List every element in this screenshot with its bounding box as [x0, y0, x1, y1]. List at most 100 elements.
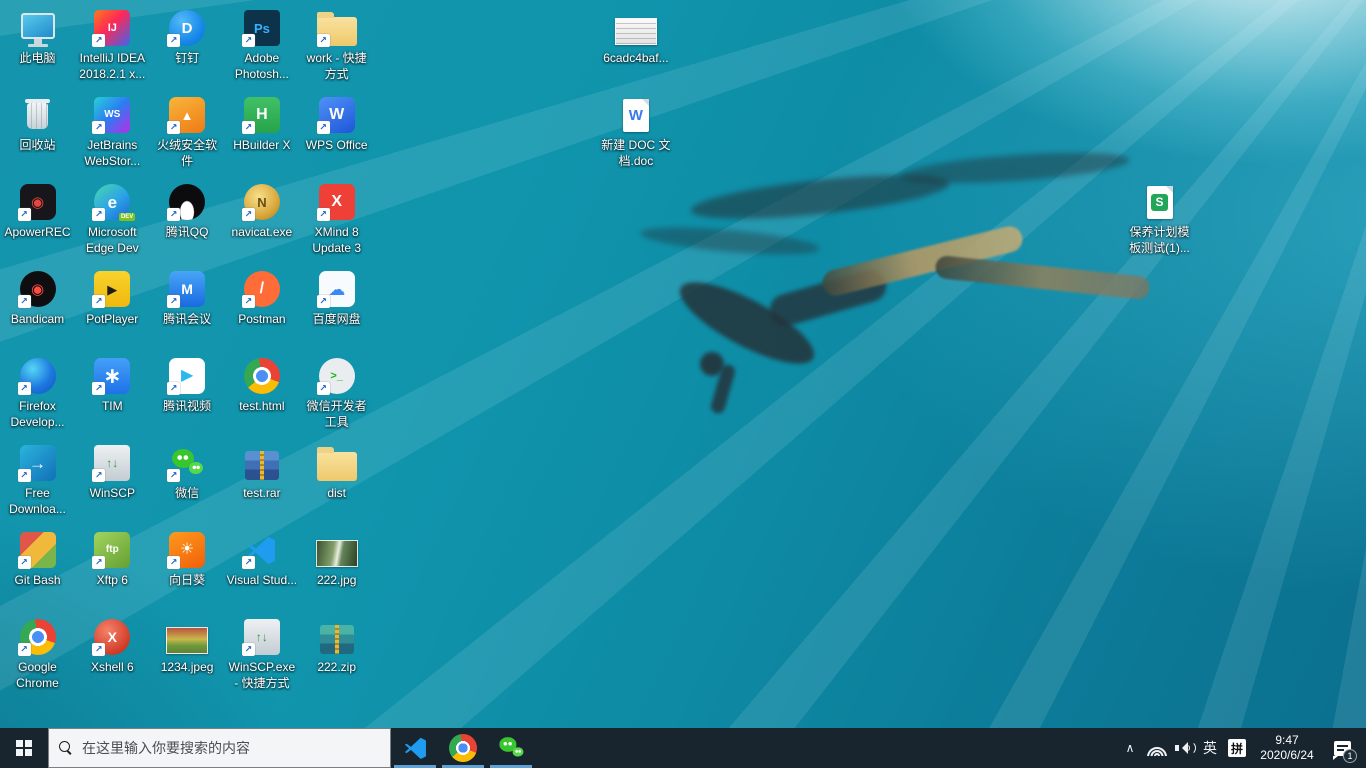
- desktop-icon-bandicam[interactable]: ◉↗Bandicam: [0, 269, 75, 327]
- 222-zip-icon: [299, 617, 374, 657]
- search-input[interactable]: [82, 740, 380, 756]
- notification-icon-tail: [1333, 756, 1338, 760]
- desktop-icon-microsoft-edge-dev[interactable]: eDEV↗Microsoft Edge Dev: [75, 182, 150, 256]
- desktop-icon-wechat[interactable]: ↗微信: [150, 443, 225, 501]
- desktop-icon-label: 回收站: [17, 137, 57, 153]
- desktop-icon-new-doc-document[interactable]: W新建 DOC 文档.doc: [598, 95, 673, 169]
- taskbar-search[interactable]: [48, 728, 391, 768]
- desktop-icon-this-pc[interactable]: 此电脑: [0, 8, 75, 66]
- xmind-8-icon: X↗: [299, 182, 374, 222]
- shortcut-arrow-icon: ↗: [92, 643, 105, 656]
- desktop-icon-label: work - 快捷方式: [299, 50, 374, 82]
- desktop-icon-google-chrome[interactable]: ↗Google Chrome: [0, 617, 75, 691]
- taskbar-app-vscode[interactable]: [391, 728, 439, 768]
- desktop-icon-xshell-6[interactable]: X↗Xshell 6: [75, 617, 150, 675]
- desktop-icon-baidu-netdisk[interactable]: ☁↗百度网盘: [299, 269, 374, 327]
- desktop-icon-wps-office[interactable]: W↗WPS Office: [299, 95, 374, 153]
- desktop-icon-dingtalk[interactable]: D↗钉钉: [150, 8, 225, 66]
- shortcut-arrow-icon: ↗: [242, 208, 255, 221]
- desktop-icon-label: WPS Office: [304, 137, 370, 153]
- shortcut-arrow-icon: ↗: [317, 34, 330, 47]
- shortcut-arrow-icon: ↗: [92, 295, 105, 308]
- desktop-icon-test-html[interactable]: test.html: [224, 356, 299, 414]
- shortcut-arrow-icon: ↗: [317, 121, 330, 134]
- desktop-icon-label: Bandicam: [9, 311, 66, 327]
- shortcut-arrow-icon: ↗: [167, 382, 180, 395]
- desktop-icon-label: navicat.exe: [230, 224, 295, 240]
- desktop-icon-winscp-exe-shortcut[interactable]: ↑↓↗WinSCP.exe - 快捷方式: [224, 617, 299, 691]
- icon-glyph: WS: [104, 110, 120, 120]
- desktop-icon-visual-studio-code[interactable]: ↗Visual Stud...: [224, 530, 299, 588]
- icon-glyph: ☀: [180, 542, 194, 558]
- shortcut-arrow-icon: ↗: [18, 382, 31, 395]
- desktop-icon-postman[interactable]: /↗ Postman: [224, 269, 299, 327]
- shortcut-arrow-icon: ↗: [317, 208, 330, 221]
- recycle-bin-icon: [0, 95, 75, 135]
- shortcut-arrow-icon: ↗: [167, 34, 180, 47]
- winscp-exe-shortcut-icon: ↑↓↗: [224, 617, 299, 657]
- tencent-qq-icon: ↗: [150, 182, 225, 222]
- desktop-icon-label: 1234.jpeg: [159, 659, 216, 675]
- desktop-icon-recycle-bin[interactable]: 回收站: [0, 95, 75, 153]
- desktop-icon-intellij-idea[interactable]: IJ↗IntelliJ IDEA 2018.2.1 x...: [75, 8, 150, 82]
- shortcut-arrow-icon: ↗: [167, 295, 180, 308]
- shortcut-arrow-icon: ↗: [242, 643, 255, 656]
- desktop-icon-222-zip[interactable]: 222.zip: [299, 617, 374, 675]
- desktop-icon-adobe-photoshop[interactable]: Ps↗Adobe Photosh...: [224, 8, 299, 82]
- desktop-icon-test-rar[interactable]: test.rar: [224, 443, 299, 501]
- desktop-icon-maintenance-plan-template[interactable]: S保养计划模板测试(1)...: [1122, 182, 1197, 256]
- taskbar-clock[interactable]: 9:47 2020/6/24: [1251, 728, 1323, 768]
- desktop-icon-wechat-devtools[interactable]: >_↗微信开发者工具: [299, 356, 374, 430]
- desktop-icon-222-jpg[interactable]: 222.jpg: [299, 530, 374, 588]
- taskbar-app-wechat[interactable]: [487, 728, 535, 768]
- desktop-icon-tim[interactable]: ∗↗TIM: [75, 356, 150, 414]
- desktop-icon-label: 6cadc4baf...: [601, 50, 670, 66]
- shortcut-arrow-icon: ↗: [92, 34, 105, 47]
- start-button[interactable]: [0, 728, 48, 768]
- postman-icon: /↗: [224, 269, 299, 309]
- icon-glyph: >_: [330, 371, 343, 382]
- desktop-icon-apowerrec[interactable]: ◉↗ ApowerREC: [0, 182, 75, 240]
- desktop-icon-label: HBuilder X: [231, 137, 292, 153]
- show-hidden-icons-button[interactable]: ∧: [1117, 728, 1143, 768]
- desktop-icon-label: Postman: [236, 311, 287, 327]
- desktop-icon-sunflower-remote[interactable]: ☀↗向日葵: [150, 530, 225, 588]
- desktop-icon-work-shortcut[interactable]: ↗ work - 快捷方式: [299, 8, 374, 82]
- desktop-icon-label: test.rar: [241, 485, 282, 501]
- google-chrome-icon: ↗: [0, 617, 75, 657]
- desktop-icon-navicat[interactable]: N↗ navicat.exe: [224, 182, 299, 240]
- desktop-icon-dist-folder[interactable]: dist: [299, 443, 374, 501]
- desktop-icon-potplayer[interactable]: ▶↗PotPlayer: [75, 269, 150, 327]
- desktop[interactable]: 此电脑回收站 ◉↗ ApowerREC ◉↗Bandicam ↗Firefox Deve…: [0, 0, 1366, 728]
- desktop-icon-label: 微信开发者工具: [299, 398, 374, 430]
- desktop-icon-firefox-developer[interactable]: ↗Firefox Develop...: [0, 356, 75, 430]
- navicat-icon: N↗: [224, 182, 299, 222]
- desktop-icon-xftp-6[interactable]: ftp↗Xftp 6: [75, 530, 150, 588]
- desktop-icon-1234-jpeg[interactable]: 1234.jpeg: [150, 617, 225, 675]
- desktop-icon-huorong-security[interactable]: ▲↗火绒安全软件: [150, 95, 225, 169]
- volume-icon[interactable]: [1170, 728, 1197, 768]
- desktop-icon-label: WinSCP: [88, 485, 137, 501]
- desktop-icon-label: ApowerREC: [2, 224, 72, 240]
- desktop-icon-free-download-manager[interactable]: →↗Free Downloa...: [0, 443, 75, 517]
- desktop-icon-jetbrains-webstorm[interactable]: WS↗JetBrains WebStor...: [75, 95, 150, 169]
- desktop-icon-xmind-8[interactable]: X↗XMind 8 Update 3: [299, 182, 374, 256]
- desktop-icon-label: TIM: [100, 398, 125, 414]
- desktop-icon-6cadc4baf-image[interactable]: 6cadc4baf...: [598, 8, 673, 66]
- desktop-icon-winscp[interactable]: ↑↓↗WinSCP: [75, 443, 150, 501]
- taskbar-app-chrome[interactable]: [439, 728, 487, 768]
- desktop-icon-tencent-qq[interactable]: ↗腾讯QQ: [150, 182, 225, 240]
- desktop-icon-tencent-video[interactable]: ▶↗腾讯视频: [150, 356, 225, 414]
- wifi-icon[interactable]: [1143, 728, 1170, 768]
- desktop-icon-tencent-meeting[interactable]: M↗腾讯会议: [150, 269, 225, 327]
- ime-language-indicator[interactable]: 英: [1197, 728, 1223, 768]
- icon-glyph: H: [256, 107, 268, 123]
- ime-pinyin-indicator[interactable]: 拼: [1223, 728, 1251, 768]
- desktop-icon-hbuilder-x[interactable]: H↗HBuilder X: [224, 95, 299, 153]
- action-center-button[interactable]: 1: [1323, 728, 1361, 768]
- git-bash-icon: ↗: [0, 530, 75, 570]
- desktop-icon-git-bash[interactable]: ↗Git Bash: [0, 530, 75, 588]
- shortcut-arrow-icon: ↗: [92, 469, 105, 482]
- apowerrec-icon: ◉↗: [0, 182, 75, 222]
- shortcut-arrow-icon: ↗: [18, 208, 31, 221]
